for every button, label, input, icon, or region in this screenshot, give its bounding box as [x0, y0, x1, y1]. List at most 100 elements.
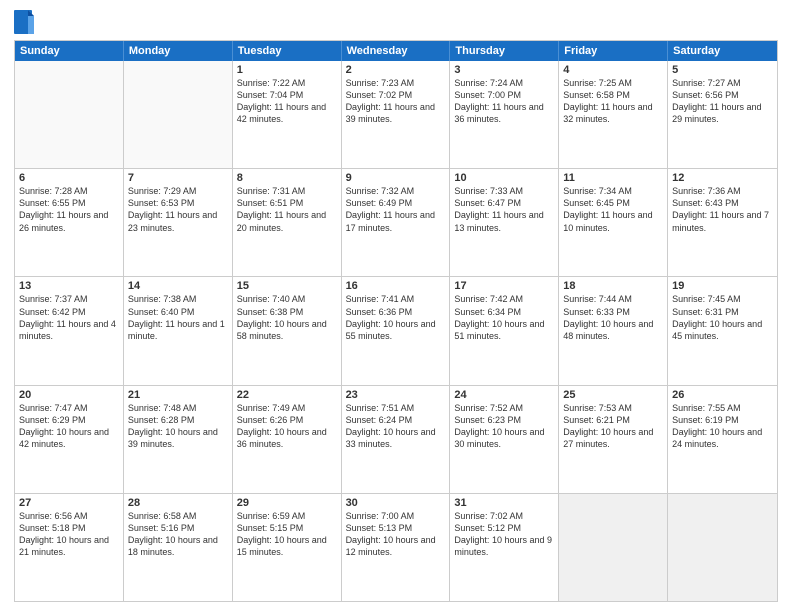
day-number: 24 [454, 389, 554, 401]
day-number: 27 [19, 497, 119, 509]
calendar-cell: 12Sunrise: 7:36 AM Sunset: 6:43 PM Dayli… [668, 169, 777, 276]
cell-info: Sunrise: 7:38 AM Sunset: 6:40 PM Dayligh… [128, 293, 228, 342]
calendar-cell: 19Sunrise: 7:45 AM Sunset: 6:31 PM Dayli… [668, 277, 777, 384]
calendar-cell: 28Sunrise: 6:58 AM Sunset: 5:16 PM Dayli… [124, 494, 233, 601]
calendar-cell: 29Sunrise: 6:59 AM Sunset: 5:15 PM Dayli… [233, 494, 342, 601]
cell-info: Sunrise: 7:52 AM Sunset: 6:23 PM Dayligh… [454, 402, 554, 451]
day-number: 7 [128, 172, 228, 184]
calendar-cell: 13Sunrise: 7:37 AM Sunset: 6:42 PM Dayli… [15, 277, 124, 384]
calendar-row-0: 1Sunrise: 7:22 AM Sunset: 7:04 PM Daylig… [15, 61, 777, 168]
calendar-cell: 25Sunrise: 7:53 AM Sunset: 6:21 PM Dayli… [559, 386, 668, 493]
cell-info: Sunrise: 7:28 AM Sunset: 6:55 PM Dayligh… [19, 185, 119, 234]
weekday-header-thursday: Thursday [450, 41, 559, 61]
calendar-cell: 3Sunrise: 7:24 AM Sunset: 7:00 PM Daylig… [450, 61, 559, 168]
cell-info: Sunrise: 7:40 AM Sunset: 6:38 PM Dayligh… [237, 293, 337, 342]
cell-info: Sunrise: 7:55 AM Sunset: 6:19 PM Dayligh… [672, 402, 773, 451]
cell-info: Sunrise: 7:36 AM Sunset: 6:43 PM Dayligh… [672, 185, 773, 234]
cell-info: Sunrise: 7:37 AM Sunset: 6:42 PM Dayligh… [19, 293, 119, 342]
calendar-cell: 10Sunrise: 7:33 AM Sunset: 6:47 PM Dayli… [450, 169, 559, 276]
cell-info: Sunrise: 7:47 AM Sunset: 6:29 PM Dayligh… [19, 402, 119, 451]
cell-info: Sunrise: 7:42 AM Sunset: 6:34 PM Dayligh… [454, 293, 554, 342]
day-number: 26 [672, 389, 773, 401]
cell-info: Sunrise: 7:23 AM Sunset: 7:02 PM Dayligh… [346, 77, 446, 126]
day-number: 6 [19, 172, 119, 184]
calendar-cell: 11Sunrise: 7:34 AM Sunset: 6:45 PM Dayli… [559, 169, 668, 276]
day-number: 14 [128, 280, 228, 292]
cell-info: Sunrise: 7:53 AM Sunset: 6:21 PM Dayligh… [563, 402, 663, 451]
weekday-header-sunday: Sunday [15, 41, 124, 61]
cell-info: Sunrise: 6:56 AM Sunset: 5:18 PM Dayligh… [19, 510, 119, 559]
calendar-cell [124, 61, 233, 168]
cell-info: Sunrise: 6:58 AM Sunset: 5:16 PM Dayligh… [128, 510, 228, 559]
calendar-cell: 4Sunrise: 7:25 AM Sunset: 6:58 PM Daylig… [559, 61, 668, 168]
cell-info: Sunrise: 7:45 AM Sunset: 6:31 PM Dayligh… [672, 293, 773, 342]
day-number: 12 [672, 172, 773, 184]
calendar-cell: 24Sunrise: 7:52 AM Sunset: 6:23 PM Dayli… [450, 386, 559, 493]
day-number: 21 [128, 389, 228, 401]
cell-info: Sunrise: 7:49 AM Sunset: 6:26 PM Dayligh… [237, 402, 337, 451]
cell-info: Sunrise: 6:59 AM Sunset: 5:15 PM Dayligh… [237, 510, 337, 559]
calendar-cell: 6Sunrise: 7:28 AM Sunset: 6:55 PM Daylig… [15, 169, 124, 276]
calendar-cell: 21Sunrise: 7:48 AM Sunset: 6:28 PM Dayli… [124, 386, 233, 493]
cell-info: Sunrise: 7:51 AM Sunset: 6:24 PM Dayligh… [346, 402, 446, 451]
weekday-header-friday: Friday [559, 41, 668, 61]
cell-info: Sunrise: 7:24 AM Sunset: 7:00 PM Dayligh… [454, 77, 554, 126]
calendar-cell: 27Sunrise: 6:56 AM Sunset: 5:18 PM Dayli… [15, 494, 124, 601]
day-number: 2 [346, 64, 446, 76]
cell-info: Sunrise: 7:22 AM Sunset: 7:04 PM Dayligh… [237, 77, 337, 126]
logo [14, 10, 38, 34]
weekday-header-monday: Monday [124, 41, 233, 61]
calendar-cell: 20Sunrise: 7:47 AM Sunset: 6:29 PM Dayli… [15, 386, 124, 493]
calendar-cell: 23Sunrise: 7:51 AM Sunset: 6:24 PM Dayli… [342, 386, 451, 493]
day-number: 28 [128, 497, 228, 509]
calendar-cell: 5Sunrise: 7:27 AM Sunset: 6:56 PM Daylig… [668, 61, 777, 168]
day-number: 15 [237, 280, 337, 292]
day-number: 31 [454, 497, 554, 509]
cell-info: Sunrise: 7:44 AM Sunset: 6:33 PM Dayligh… [563, 293, 663, 342]
calendar-cell: 26Sunrise: 7:55 AM Sunset: 6:19 PM Dayli… [668, 386, 777, 493]
cell-info: Sunrise: 7:27 AM Sunset: 6:56 PM Dayligh… [672, 77, 773, 126]
day-number: 1 [237, 64, 337, 76]
calendar-cell: 18Sunrise: 7:44 AM Sunset: 6:33 PM Dayli… [559, 277, 668, 384]
cell-info: Sunrise: 7:48 AM Sunset: 6:28 PM Dayligh… [128, 402, 228, 451]
weekday-header-saturday: Saturday [668, 41, 777, 61]
day-number: 23 [346, 389, 446, 401]
calendar-cell [15, 61, 124, 168]
calendar-cell: 7Sunrise: 7:29 AM Sunset: 6:53 PM Daylig… [124, 169, 233, 276]
day-number: 29 [237, 497, 337, 509]
calendar-cell: 2Sunrise: 7:23 AM Sunset: 7:02 PM Daylig… [342, 61, 451, 168]
cell-info: Sunrise: 7:41 AM Sunset: 6:36 PM Dayligh… [346, 293, 446, 342]
header [14, 10, 778, 34]
day-number: 30 [346, 497, 446, 509]
day-number: 4 [563, 64, 663, 76]
day-number: 25 [563, 389, 663, 401]
page: SundayMondayTuesdayWednesdayThursdayFrid… [0, 0, 792, 612]
cell-info: Sunrise: 7:33 AM Sunset: 6:47 PM Dayligh… [454, 185, 554, 234]
weekday-header-wednesday: Wednesday [342, 41, 451, 61]
day-number: 8 [237, 172, 337, 184]
calendar-cell: 1Sunrise: 7:22 AM Sunset: 7:04 PM Daylig… [233, 61, 342, 168]
cell-info: Sunrise: 7:32 AM Sunset: 6:49 PM Dayligh… [346, 185, 446, 234]
cell-info: Sunrise: 7:29 AM Sunset: 6:53 PM Dayligh… [128, 185, 228, 234]
calendar-cell: 17Sunrise: 7:42 AM Sunset: 6:34 PM Dayli… [450, 277, 559, 384]
calendar-row-4: 27Sunrise: 6:56 AM Sunset: 5:18 PM Dayli… [15, 493, 777, 601]
calendar-cell [559, 494, 668, 601]
weekday-header-tuesday: Tuesday [233, 41, 342, 61]
logo-icon [14, 10, 34, 34]
calendar-cell: 16Sunrise: 7:41 AM Sunset: 6:36 PM Dayli… [342, 277, 451, 384]
day-number: 13 [19, 280, 119, 292]
day-number: 18 [563, 280, 663, 292]
day-number: 3 [454, 64, 554, 76]
calendar-cell: 14Sunrise: 7:38 AM Sunset: 6:40 PM Dayli… [124, 277, 233, 384]
calendar-cell: 31Sunrise: 7:02 AM Sunset: 5:12 PM Dayli… [450, 494, 559, 601]
day-number: 22 [237, 389, 337, 401]
calendar-cell [668, 494, 777, 601]
day-number: 10 [454, 172, 554, 184]
calendar-row-2: 13Sunrise: 7:37 AM Sunset: 6:42 PM Dayli… [15, 276, 777, 384]
day-number: 9 [346, 172, 446, 184]
calendar-cell: 9Sunrise: 7:32 AM Sunset: 6:49 PM Daylig… [342, 169, 451, 276]
cell-info: Sunrise: 7:31 AM Sunset: 6:51 PM Dayligh… [237, 185, 337, 234]
calendar-row-1: 6Sunrise: 7:28 AM Sunset: 6:55 PM Daylig… [15, 168, 777, 276]
calendar: SundayMondayTuesdayWednesdayThursdayFrid… [14, 40, 778, 602]
day-number: 5 [672, 64, 773, 76]
